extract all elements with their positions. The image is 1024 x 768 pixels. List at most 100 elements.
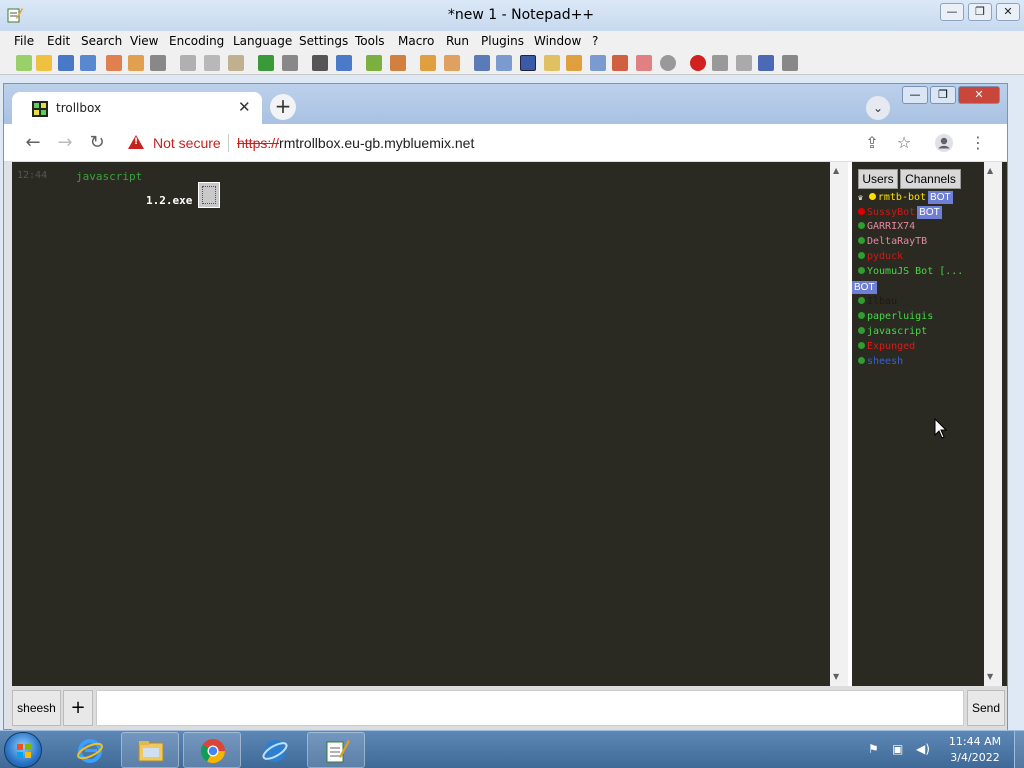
tab-channels[interactable]: Channels — [900, 169, 961, 189]
user-list-scrollbar[interactable]: ▲ ▼ — [984, 162, 1002, 686]
paste-icon[interactable] — [228, 55, 244, 71]
record-macro-icon[interactable] — [690, 55, 706, 71]
close-file-icon[interactable] — [106, 55, 122, 71]
find-icon[interactable] — [312, 55, 328, 71]
folder-workspace-icon[interactable] — [612, 55, 628, 71]
user-list-item[interactable]: DeltaRayTB — [858, 236, 927, 251]
user-list-item[interactable]: Expunged — [858, 341, 915, 356]
user-list-item[interactable]: ♛ rmtb-bot BOT — [858, 191, 953, 206]
profile-avatar-icon[interactable] — [934, 133, 954, 153]
redo-icon[interactable] — [282, 55, 298, 71]
user-list-item[interactable]: Ilbau — [858, 296, 897, 311]
close-button[interactable]: ✕ — [996, 3, 1020, 21]
open-file-icon[interactable] — [36, 55, 52, 71]
doc-map-icon[interactable] — [566, 55, 582, 71]
share-icon[interactable]: ⇪ — [862, 133, 882, 153]
menu-tools[interactable]: Tools — [355, 34, 385, 48]
undo-icon[interactable] — [258, 55, 274, 71]
macro-icon[interactable] — [660, 55, 676, 71]
network-monitor-icon[interactable]: ▣ — [892, 742, 906, 756]
scroll-up-arrow-icon[interactable]: ▲ — [987, 166, 993, 175]
file-attachment-icon[interactable] — [198, 182, 220, 208]
menu-help[interactable]: ? — [592, 34, 598, 48]
chrome-menu-kebab-icon[interactable]: ⋮ — [968, 133, 988, 153]
monitor-icon[interactable] — [636, 55, 652, 71]
replace-icon[interactable] — [336, 55, 352, 71]
user-list-item[interactable]: javascript — [858, 326, 927, 341]
menu-plugins[interactable]: Plugins — [481, 34, 524, 48]
taskbar-chrome[interactable] — [183, 732, 241, 768]
show-all-chars-icon[interactable] — [496, 55, 512, 71]
menu-macro[interactable]: Macro — [398, 34, 434, 48]
function-list-icon[interactable] — [590, 55, 606, 71]
sync-vertical-icon[interactable] — [420, 55, 436, 71]
indent-guide-icon[interactable] — [520, 55, 536, 71]
not-secure-label[interactable]: Not secure — [153, 135, 221, 151]
save-all-icon[interactable] — [80, 55, 96, 71]
message-nick[interactable]: javascript — [76, 170, 142, 183]
play-macro-icon[interactable] — [736, 55, 752, 71]
stop-macro-icon[interactable] — [712, 55, 728, 71]
user-list-item[interactable]: YoumuJS Bot [... — [858, 266, 963, 281]
scroll-up-arrow-icon[interactable]: ▲ — [833, 166, 839, 175]
user-list-item[interactable]: GARRIX74 — [858, 221, 915, 236]
run-multiple-icon[interactable] — [758, 55, 774, 71]
user-list-item[interactable]: sheesh — [858, 356, 903, 371]
tab-users[interactable]: Users — [858, 169, 898, 189]
minimize-button[interactable]: — — [940, 3, 964, 21]
taskbar-network[interactable] — [245, 732, 303, 768]
scroll-down-arrow-icon[interactable]: ▼ — [833, 672, 839, 681]
maximize-button[interactable]: ❐ — [968, 3, 992, 21]
sync-horizontal-icon[interactable] — [444, 55, 460, 71]
print-icon[interactable] — [150, 55, 166, 71]
taskbar-ie[interactable] — [60, 732, 118, 768]
save-macro-icon[interactable] — [782, 55, 798, 71]
forward-arrow-icon[interactable]: → — [52, 130, 78, 156]
send-button[interactable]: Send — [967, 690, 1005, 726]
tab-trollbox[interactable]: trollbox ✕ — [12, 92, 262, 125]
attach-plus-button[interactable]: + — [63, 690, 93, 726]
chrome-maximize-button[interactable]: ❐ — [930, 86, 956, 104]
cut-icon[interactable] — [180, 55, 196, 71]
tab-search-chevron-icon[interactable]: ⌄ — [866, 96, 890, 120]
back-arrow-icon[interactable]: ← — [20, 130, 46, 156]
user-list-item[interactable]: paperluigis — [858, 311, 933, 326]
message-input[interactable] — [96, 690, 964, 726]
show-desktop-button[interactable] — [1014, 731, 1024, 768]
chrome-minimize-button[interactable]: — — [902, 86, 928, 104]
new-tab-button[interactable]: + — [270, 94, 296, 120]
chat-scrollbar[interactable]: ▲ ▼ — [830, 162, 848, 686]
menu-settings[interactable]: Settings — [299, 34, 348, 48]
reload-icon[interactable]: ↻ — [84, 130, 110, 156]
start-button[interactable] — [4, 732, 42, 768]
word-wrap-icon[interactable] — [474, 55, 490, 71]
close-tab-icon[interactable]: ✕ — [238, 98, 251, 116]
menu-run[interactable]: Run — [446, 34, 469, 48]
action-center-flag-icon[interactable]: ⚑ — [868, 742, 882, 756]
new-file-icon[interactable] — [16, 55, 32, 71]
nickname-button[interactable]: sheesh — [12, 690, 61, 726]
user-list-item[interactable]: pyduck — [858, 251, 903, 266]
lang-icon[interactable] — [544, 55, 560, 71]
user-list-item[interactable]: SussyBot BOT — [858, 206, 942, 221]
zoom-in-icon[interactable] — [366, 55, 382, 71]
notepad-titlebar[interactable]: *new 1 - Notepad++ — ❐ ✕ — [0, 0, 1024, 31]
taskbar-notepadpp[interactable] — [307, 732, 365, 768]
menu-edit[interactable]: Edit — [47, 34, 70, 48]
chrome-close-button[interactable]: ✕ — [958, 86, 1000, 104]
bookmark-star-icon[interactable]: ☆ — [894, 133, 914, 153]
menu-view[interactable]: View — [130, 34, 158, 48]
menu-search[interactable]: Search — [81, 34, 122, 48]
menu-file[interactable]: File — [14, 34, 34, 48]
clock-time[interactable]: 11:44 AM — [940, 735, 1010, 748]
menu-window[interactable]: Window — [534, 34, 581, 48]
zoom-out-icon[interactable] — [390, 55, 406, 71]
save-icon[interactable] — [58, 55, 74, 71]
chat-log[interactable]: 12:44 javascript 1.2.exe — [12, 162, 830, 686]
menu-encoding[interactable]: Encoding — [169, 34, 224, 48]
taskbar-explorer[interactable] — [121, 732, 179, 768]
clock-date[interactable]: 3/4/2022 — [940, 751, 1010, 764]
close-all-icon[interactable] — [128, 55, 144, 71]
menu-language[interactable]: Language — [233, 34, 292, 48]
scroll-down-arrow-icon[interactable]: ▼ — [987, 672, 993, 681]
